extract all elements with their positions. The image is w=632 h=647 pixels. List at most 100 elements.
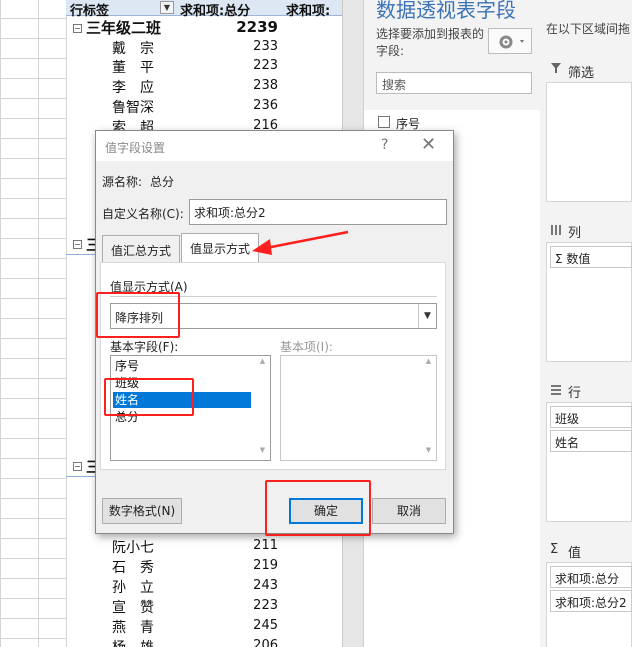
choose-fields-label: 选择要添加到报表的字段: <box>376 27 485 58</box>
grid-line <box>66 0 67 647</box>
list-item[interactable]: 序号 <box>113 358 251 374</box>
grid-line <box>0 378 66 379</box>
sum-total2-header[interactable]: 求和项: <box>286 0 330 19</box>
grid-line <box>0 298 66 299</box>
close-icon[interactable]: ✕ <box>421 134 436 155</box>
dialog-title: 值字段设置 <box>105 141 166 155</box>
field-checkbox[interactable] <box>378 116 390 128</box>
student-score[interactable]: 233 <box>218 39 278 54</box>
scroll-down-icon[interactable]: ▼ <box>256 446 269 459</box>
dialog-titlebar[interactable]: 值字段设置 ? ✕ <box>96 131 453 161</box>
student-score[interactable]: 236 <box>218 98 278 113</box>
base-field-label: 基本字段(F): <box>110 340 179 354</box>
grid-line <box>0 358 66 359</box>
grid-line <box>0 478 66 479</box>
grid-line <box>0 398 66 399</box>
sigma-icon: Σ <box>550 542 559 557</box>
base-item-label: 基本项(I): <box>280 340 333 354</box>
student-name[interactable]: 杨 雄 <box>112 637 154 647</box>
values-item[interactable]: 求和项:总分 <box>550 566 632 588</box>
collapse-icon[interactable]: − <box>73 462 82 471</box>
student-score[interactable]: 243 <box>218 578 278 593</box>
grid-line <box>0 638 66 639</box>
rows-icon <box>551 385 561 395</box>
annotation-arrow-icon <box>252 230 349 255</box>
help-icon[interactable]: ? <box>381 137 388 153</box>
grid-line <box>0 438 66 439</box>
student-name[interactable]: 戴 宗 <box>112 38 154 58</box>
student-name[interactable]: 燕 青 <box>112 617 154 637</box>
rows-item[interactable]: 姓名 <box>550 430 632 452</box>
student-name[interactable]: 阮小七 <box>112 537 154 557</box>
chevron-down-icon[interactable]: ▼ <box>418 304 436 328</box>
row-labels-header[interactable]: 行标签 <box>70 0 109 19</box>
student-score[interactable]: 223 <box>218 58 278 73</box>
columns-icon <box>551 225 561 235</box>
custom-name-label: 自定义名称(C): <box>102 207 184 221</box>
grid-line <box>0 598 66 599</box>
scroll-down-icon: ▼ <box>425 446 432 454</box>
sum-total-header[interactable]: 求和项:总分 <box>180 0 250 19</box>
gear-icon <box>499 35 524 49</box>
grid-line <box>0 38 66 39</box>
filter-area-label: 筛选 <box>568 66 595 81</box>
cancel-button[interactable]: 取消 <box>372 498 446 524</box>
tab-summarize-by[interactable]: 值汇总方式 <box>102 235 180 263</box>
panel-title: 数据透视表字段 <box>376 0 516 22</box>
annotation-box <box>96 292 180 338</box>
grid-line <box>0 558 66 559</box>
grid-line <box>0 278 66 279</box>
student-name[interactable]: 孙 立 <box>112 577 154 597</box>
grid-line <box>0 518 66 519</box>
grid-line <box>0 18 66 19</box>
values-item[interactable]: 求和项:总分2 <box>550 590 632 612</box>
grid-line <box>0 198 66 199</box>
rows-item[interactable]: 班级 <box>550 406 632 428</box>
student-score[interactable]: 223 <box>218 598 278 613</box>
number-format-button[interactable]: 数字格式(N) <box>102 498 182 524</box>
grid-line <box>0 218 66 219</box>
student-score[interactable]: 219 <box>218 558 278 573</box>
grid-line <box>0 58 66 59</box>
student-score[interactable]: 245 <box>218 618 278 633</box>
student-score[interactable]: 211 <box>218 538 278 553</box>
group-name[interactable]: 三年级二班 <box>86 17 161 38</box>
values-area-label: 值 <box>568 546 582 561</box>
grid-line <box>0 318 66 319</box>
field-search-input[interactable]: 搜索 <box>376 72 532 94</box>
group-total[interactable]: 2239 <box>218 18 278 36</box>
grid-line <box>0 98 66 99</box>
custom-name-input[interactable]: 求和项:总分2 <box>189 199 447 225</box>
filter-area[interactable] <box>546 82 632 202</box>
grid-line <box>0 118 66 119</box>
scroll-up-icon[interactable]: ▲ <box>256 357 269 370</box>
source-name-label: 源名称: <box>102 175 143 189</box>
grid-line <box>0 138 66 139</box>
drag-fields-label: 在以下区域间拖 <box>546 22 631 36</box>
collapse-icon[interactable]: − <box>73 24 82 33</box>
annotation-box <box>104 378 194 416</box>
student-name[interactable]: 李 应 <box>112 77 154 97</box>
student-score[interactable]: 238 <box>218 78 278 93</box>
student-score[interactable]: 206 <box>218 638 278 647</box>
columns-area-label: 列 <box>568 226 582 241</box>
scroll-up-icon: ▲ <box>425 357 432 365</box>
row-labels-filter-button[interactable]: ▼ <box>160 1 174 14</box>
rows-area-label: 行 <box>568 386 582 401</box>
grid-line <box>0 238 66 239</box>
grid-line <box>0 178 66 179</box>
columns-item[interactable]: Σ 数值 <box>550 246 632 268</box>
panel-settings-button[interactable] <box>488 28 532 54</box>
grid-line <box>0 258 66 259</box>
student-name[interactable]: 鲁智深 <box>112 97 154 117</box>
student-name[interactable]: 宣 赞 <box>112 597 154 617</box>
base-item-list: ▲ ▼ <box>280 355 437 461</box>
student-name[interactable]: 董 平 <box>112 57 154 77</box>
grid-line <box>0 498 66 499</box>
collapse-icon[interactable]: − <box>73 240 82 249</box>
student-name[interactable]: 石 秀 <box>112 557 154 577</box>
grid-line <box>0 618 66 619</box>
grid-line <box>0 458 66 459</box>
grid-line <box>0 78 66 79</box>
chevron-down-icon <box>520 40 524 43</box>
